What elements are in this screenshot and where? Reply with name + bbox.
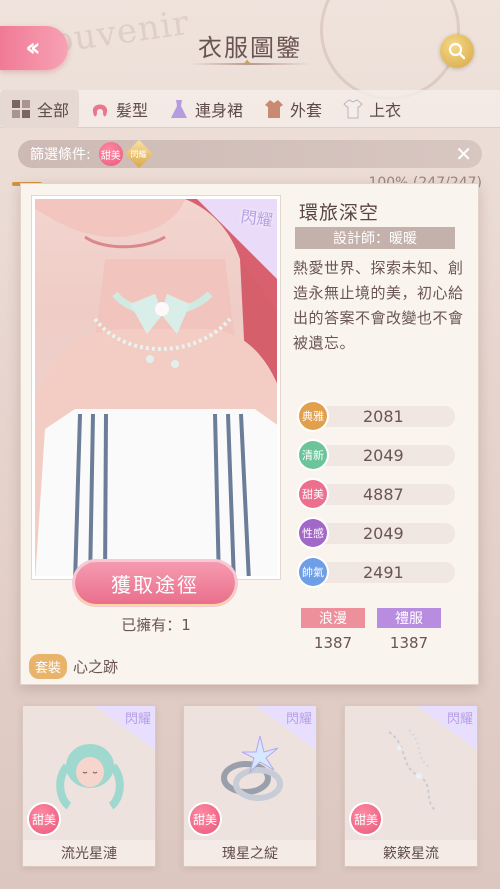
filter-chip-style[interactable]: 甜美 [98, 142, 123, 166]
stat-cool: 帥氣 2491 [299, 558, 459, 586]
tab-label: 上衣 [369, 100, 402, 120]
designer-label: 設計師：暖暖 [295, 227, 455, 249]
tab-label: 髮型 [116, 100, 149, 120]
hair-icon [92, 104, 108, 116]
item-name: 環旅深空 [299, 202, 380, 224]
tab-top[interactable]: 上衣 [332, 90, 411, 128]
stat-sweet: 甜美 4887 [299, 480, 459, 508]
shirt-icon [343, 98, 363, 118]
item-detail-card: 閃耀 獲取途徑 已擁有：1 套裝 心之跡 環旅深空 設計師：暖暖 熱愛世界、探索… [20, 183, 479, 685]
stat-value: 2049 [363, 524, 404, 543]
search-icon [448, 42, 466, 60]
style-badge: 甜美 [351, 804, 381, 834]
stat-value: 2491 [363, 563, 404, 582]
item-thumbnail-name: 流光星漣 [23, 840, 155, 866]
filter-bar: 篩選條件: 甜美 閃耀 ✕ [18, 139, 482, 169]
owned-count: 已擁有：1 [121, 616, 191, 634]
style-badge: 甜美 [190, 804, 220, 834]
tab-label: 外套 [290, 100, 323, 120]
stat-value: 4887 [363, 485, 404, 504]
stat-icon: 帥氣 [299, 558, 327, 586]
category-tabs: 全部 髮型 連身裙 外套 上衣 [0, 89, 500, 128]
stat-sexy: 性感 2049 [299, 519, 459, 547]
item-thumbnail[interactable]: 閃耀 甜美 瑰星之綻 [183, 705, 317, 867]
grid-icon [12, 99, 30, 118]
search-button[interactable] [440, 34, 474, 68]
tab-all[interactable]: 全部 [0, 89, 80, 128]
tab-hairstyle[interactable]: 髮型 [79, 90, 158, 128]
item-thumbnail-name: 瑰星之綻 [184, 840, 316, 866]
set-tag: 套裝 [29, 654, 68, 679]
attribute-stats: 典雅 2081 清新 2049 甜美 4887 性感 2049 帥氣 2491 [299, 402, 459, 599]
stat-icon: 甜美 [299, 480, 327, 508]
tag-label: 浪漫 [301, 608, 365, 628]
filter-chip-rarity[interactable]: 閃耀 [124, 139, 153, 169]
stat-icon: 清新 [299, 441, 327, 469]
stat-icon: 性感 [299, 519, 327, 547]
item-thumbnail[interactable]: 閃耀 甜美 簌簌星流 [344, 705, 478, 867]
title-star-icon: ✦ [243, 58, 252, 69]
tag-value: 1387 [389, 634, 429, 652]
tab-label: 連身裙 [195, 100, 244, 120]
tag-formal: 禮服 1387 [377, 608, 441, 652]
rarity-badge: 閃耀 [239, 206, 274, 231]
tag-romantic: 浪漫 1387 [301, 608, 365, 652]
set-info: 套裝 心之跡 [29, 654, 118, 679]
clear-filter-close-icon[interactable]: ✕ [455, 142, 472, 166]
item-thumbnail-name: 簌簌星流 [345, 840, 477, 866]
stat-value: 2081 [363, 407, 404, 426]
item-thumbnail[interactable]: 閃耀 甜美 流光星漣 [22, 705, 156, 867]
rarity-badge: 閃耀 [285, 712, 312, 727]
filter-label: 篩選條件: [30, 147, 91, 163]
set-name[interactable]: 心之跡 [73, 656, 118, 677]
stat-elegant: 典雅 2081 [299, 402, 459, 430]
style-badge: 甜美 [29, 804, 59, 834]
tag-label: 禮服 [377, 608, 441, 628]
tab-coat[interactable]: 外套 [253, 90, 332, 128]
rarity-badge: 閃耀 [446, 712, 473, 727]
acquire-source-button[interactable]: 獲取途徑 [75, 562, 235, 604]
dress-icon [171, 99, 188, 118]
tab-label: 全部 [37, 100, 70, 120]
tab-dress[interactable]: 連身裙 [158, 90, 253, 128]
tag-value: 1387 [313, 634, 353, 652]
item-description: 熱愛世界、探索未知、創造永無止境的美，初心給出的答案不會改變也不會被遺忘。 [293, 259, 464, 352]
rarity-badge: 閃耀 [124, 712, 151, 727]
stat-icon: 典雅 [299, 402, 327, 430]
filter-chip-rarity-label: 閃耀 [130, 149, 147, 159]
coat-icon [265, 99, 284, 118]
stat-fresh: 清新 2049 [299, 441, 459, 469]
item-portrait: 閃耀 [32, 196, 280, 579]
stat-value: 2049 [363, 446, 404, 465]
